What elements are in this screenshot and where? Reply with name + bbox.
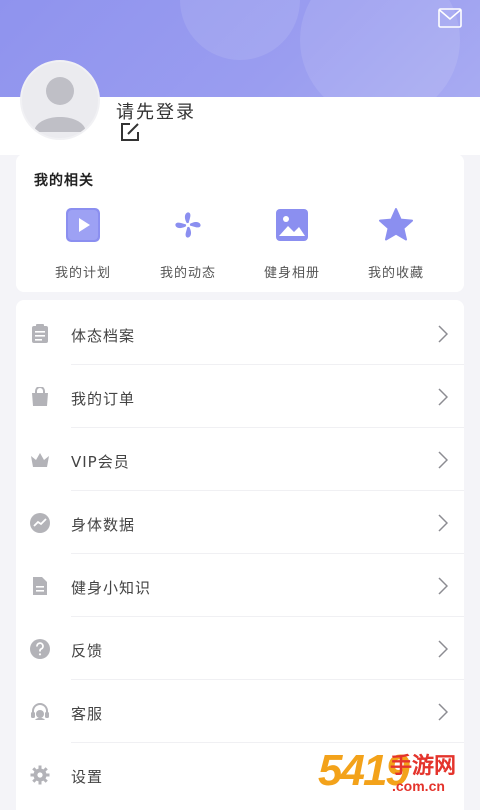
quick-label: 健身相册 xyxy=(263,266,320,281)
menu-item-feedback[interactable]: 反馈 xyxy=(16,617,464,680)
bag-icon xyxy=(32,387,48,406)
menu-label: 客服 xyxy=(71,705,104,723)
quick-label: 我的计划 xyxy=(54,266,111,281)
chevron-right-icon xyxy=(438,640,448,658)
crown-icon xyxy=(31,453,49,467)
menu-label: 反馈 xyxy=(71,642,104,660)
menu-item-posture-archive[interactable]: 体态档案 xyxy=(16,302,464,365)
photo-icon xyxy=(276,209,308,241)
menu-label: 身体数据 xyxy=(71,516,136,534)
help-icon xyxy=(30,639,50,659)
menu-item-my-orders[interactable]: 我的订单 xyxy=(16,365,464,428)
mail-icon[interactable] xyxy=(438,8,462,28)
menu-label: 健身小知识 xyxy=(71,579,152,597)
menu-item-fitness-tips[interactable]: 健身小知识 xyxy=(16,554,464,617)
avatar[interactable] xyxy=(20,60,100,140)
quick-fitness-album[interactable]: 健身相册 xyxy=(242,206,342,286)
chevron-right-icon xyxy=(438,577,448,595)
watermark-url: .com.cn xyxy=(392,778,445,794)
gear-icon xyxy=(30,765,50,785)
quick-my-favorites[interactable]: 我的收藏 xyxy=(346,206,446,286)
related-card: 我的相关 我的计划 我的动态 健身相册 我的收藏 xyxy=(16,154,464,292)
menu-item-vip[interactable]: VIP会员 xyxy=(16,428,464,491)
pinwheel-icon xyxy=(175,212,201,238)
quick-label: 我的收藏 xyxy=(367,266,424,281)
menu-label: 我的订单 xyxy=(71,390,136,408)
clipboard-icon xyxy=(32,324,48,343)
quick-my-activity[interactable]: 我的动态 xyxy=(138,206,238,286)
chevron-right-icon xyxy=(438,388,448,406)
chart-icon xyxy=(30,513,50,533)
menu-label: VIP会员 xyxy=(71,453,130,471)
menu-item-body-data[interactable]: 身体数据 xyxy=(16,491,464,554)
default-avatar-icon xyxy=(34,77,86,132)
watermark-name: 手游网 xyxy=(390,754,457,779)
menu-label: 设置 xyxy=(71,768,104,786)
chevron-right-icon xyxy=(438,451,448,469)
play-icon xyxy=(66,208,100,242)
chevron-right-icon xyxy=(438,703,448,721)
star-icon xyxy=(379,208,413,241)
chevron-right-icon xyxy=(438,325,448,343)
quick-label: 我的动态 xyxy=(159,266,216,281)
chevron-right-icon xyxy=(438,514,448,532)
menu-label: 体态档案 xyxy=(71,327,136,345)
site-watermark: 5419 手游网 .com.cn xyxy=(312,742,480,800)
header-decoration xyxy=(180,0,300,60)
edit-icon[interactable] xyxy=(119,121,141,143)
headset-icon xyxy=(31,703,49,720)
header-decoration xyxy=(300,0,460,97)
menu-item-customer-service[interactable]: 客服 xyxy=(16,680,464,743)
document-icon xyxy=(33,577,47,595)
related-title: 我的相关 xyxy=(34,173,94,189)
menu-card: 体态档案 我的订单 VIP会员 身体数据 健身小知识 反馈 客服 设置 xyxy=(16,300,464,810)
quick-my-plan[interactable]: 我的计划 xyxy=(33,206,133,286)
